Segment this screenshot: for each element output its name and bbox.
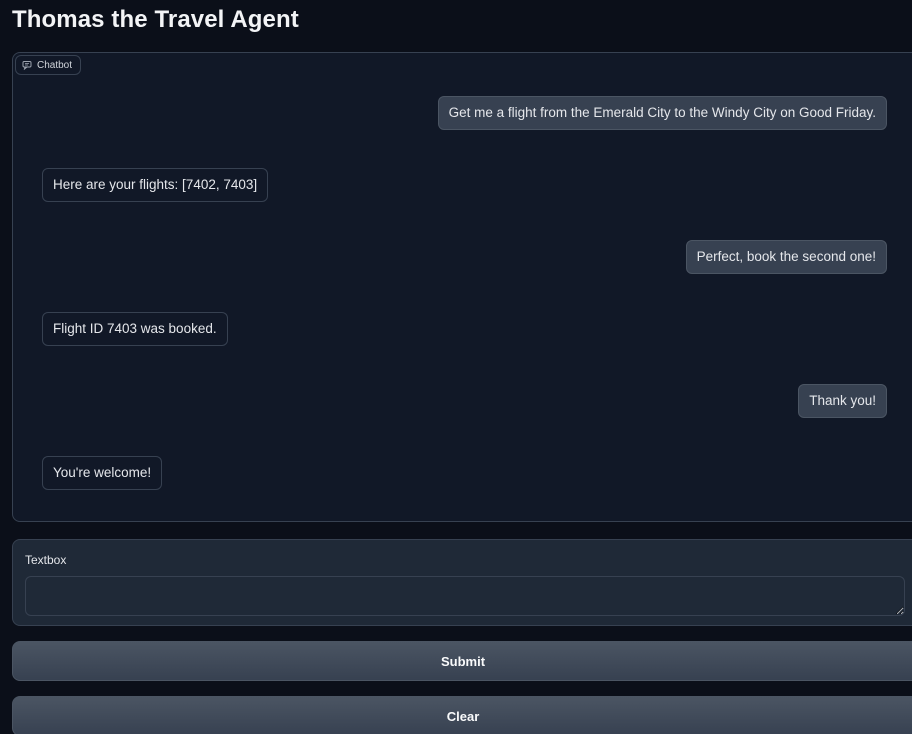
chatbot-panel[interactable]: Chatbot Get me a flight from the Emerald…: [12, 52, 912, 522]
chat-message-user: Thank you!: [798, 384, 887, 418]
textbox-label: Textbox: [25, 553, 67, 567]
page-title: Thomas the Travel Agent: [12, 6, 299, 33]
chat-message-user: Get me a flight from the Emerald City to…: [437, 96, 887, 130]
chat-message-bot: You're welcome!: [42, 456, 163, 490]
chat-message-user: Perfect, book the second one!: [685, 240, 887, 274]
chat-bubble-icon: [22, 60, 32, 70]
chatbot-label: Chatbot: [37, 59, 73, 71]
message-input[interactable]: [25, 576, 905, 616]
clear-button[interactable]: Clear: [12, 696, 912, 734]
textbox-panel: Textbox: [12, 539, 912, 626]
chat-message-bot: Flight ID 7403 was booked.: [42, 312, 228, 346]
chat-message-bot: Here are your flights: [7402, 7403]: [42, 168, 269, 202]
chatbot-label-badge: Chatbot: [15, 55, 82, 75]
app-window: Thomas the Travel Agent Chatbot Get me a…: [0, 0, 912, 734]
submit-button[interactable]: Submit: [12, 641, 912, 681]
